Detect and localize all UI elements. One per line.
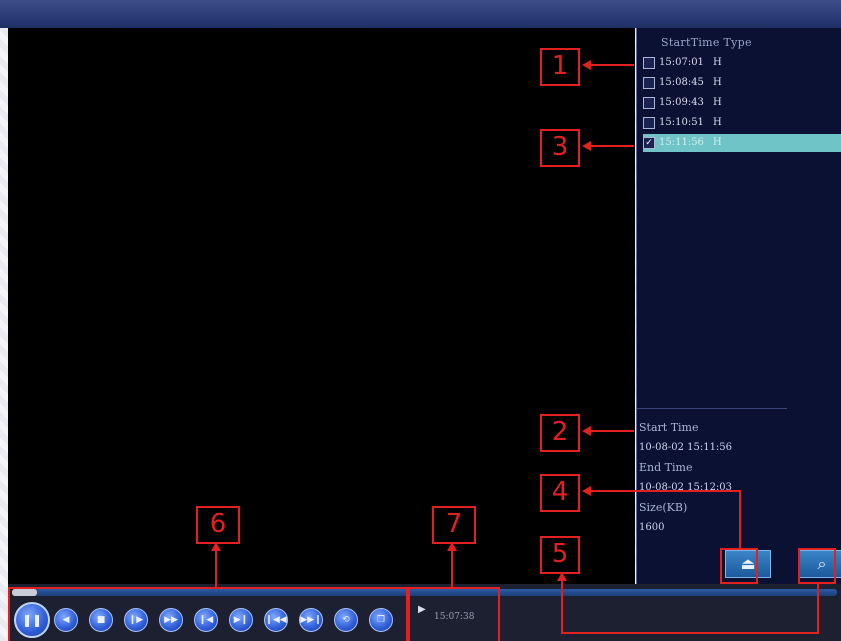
callout-line — [590, 64, 634, 66]
record-start-time: 15:10:51 — [659, 117, 704, 128]
record-checkbox[interactable] — [643, 97, 655, 109]
callout-4: 4 — [540, 474, 580, 512]
record-row[interactable]: 15:08:45 H — [643, 74, 841, 92]
title-bar — [0, 0, 841, 28]
record-row[interactable]: 15:09:43 H — [643, 94, 841, 112]
callout-1: 1 — [540, 48, 580, 86]
callout-line — [590, 145, 634, 147]
callout-7-target — [406, 587, 500, 641]
record-checkbox-checked[interactable]: ✓ — [643, 137, 655, 149]
record-checkbox[interactable] — [643, 57, 655, 69]
record-row[interactable]: 15:10:51 H — [643, 114, 841, 132]
size-value: 1600 — [639, 522, 665, 533]
record-start-time: 15:09:43 — [659, 97, 704, 108]
arrow-icon — [582, 141, 591, 151]
size-label: Size(KB) — [639, 501, 688, 514]
callout-line — [451, 550, 453, 587]
record-checkbox[interactable] — [643, 117, 655, 129]
callout-6: 6 — [196, 506, 240, 544]
callout-6-target — [8, 587, 410, 641]
callout-5-target — [798, 548, 836, 584]
arrow-icon — [211, 542, 221, 551]
record-type: H — [713, 57, 722, 68]
callout-7: 7 — [432, 506, 476, 544]
info-divider — [637, 408, 787, 409]
callout-line — [590, 490, 740, 492]
list-header: StartTime Type — [661, 36, 752, 49]
record-type: H — [713, 97, 722, 108]
record-row[interactable]: 15:07:01 H — [643, 54, 841, 72]
record-start-time: 15:11:56 — [659, 137, 704, 148]
callout-3: 3 — [540, 129, 580, 167]
record-start-time: 15:08:45 — [659, 77, 704, 88]
arrow-icon — [582, 60, 591, 70]
callout-line — [817, 582, 819, 634]
callout-5: 5 — [540, 536, 580, 574]
callout-line — [739, 490, 741, 548]
record-type: H — [713, 77, 722, 88]
callout-line — [215, 550, 217, 587]
callout-line — [590, 430, 634, 432]
arrow-icon — [582, 486, 591, 496]
callout-line — [561, 632, 819, 634]
callout-line — [561, 580, 563, 634]
record-type: H — [713, 137, 722, 148]
record-checkbox[interactable] — [643, 77, 655, 89]
arrow-icon — [447, 542, 457, 551]
record-start-time: 15:07:01 — [659, 57, 704, 68]
playback-screen: StartTime Type 15:07:01 H 15:08:45 H 15:… — [0, 0, 841, 641]
record-row-selected[interactable]: ✓ 15:11:56 H — [643, 134, 841, 152]
record-type: H — [713, 117, 722, 128]
callout-4-target — [720, 548, 758, 584]
end-time-label: End Time — [639, 461, 693, 474]
start-time-value: 10-08-02 15:11:56 — [639, 442, 733, 453]
arrow-icon — [582, 426, 591, 436]
start-time-label: Start Time — [639, 421, 699, 434]
callout-2: 2 — [540, 414, 580, 452]
